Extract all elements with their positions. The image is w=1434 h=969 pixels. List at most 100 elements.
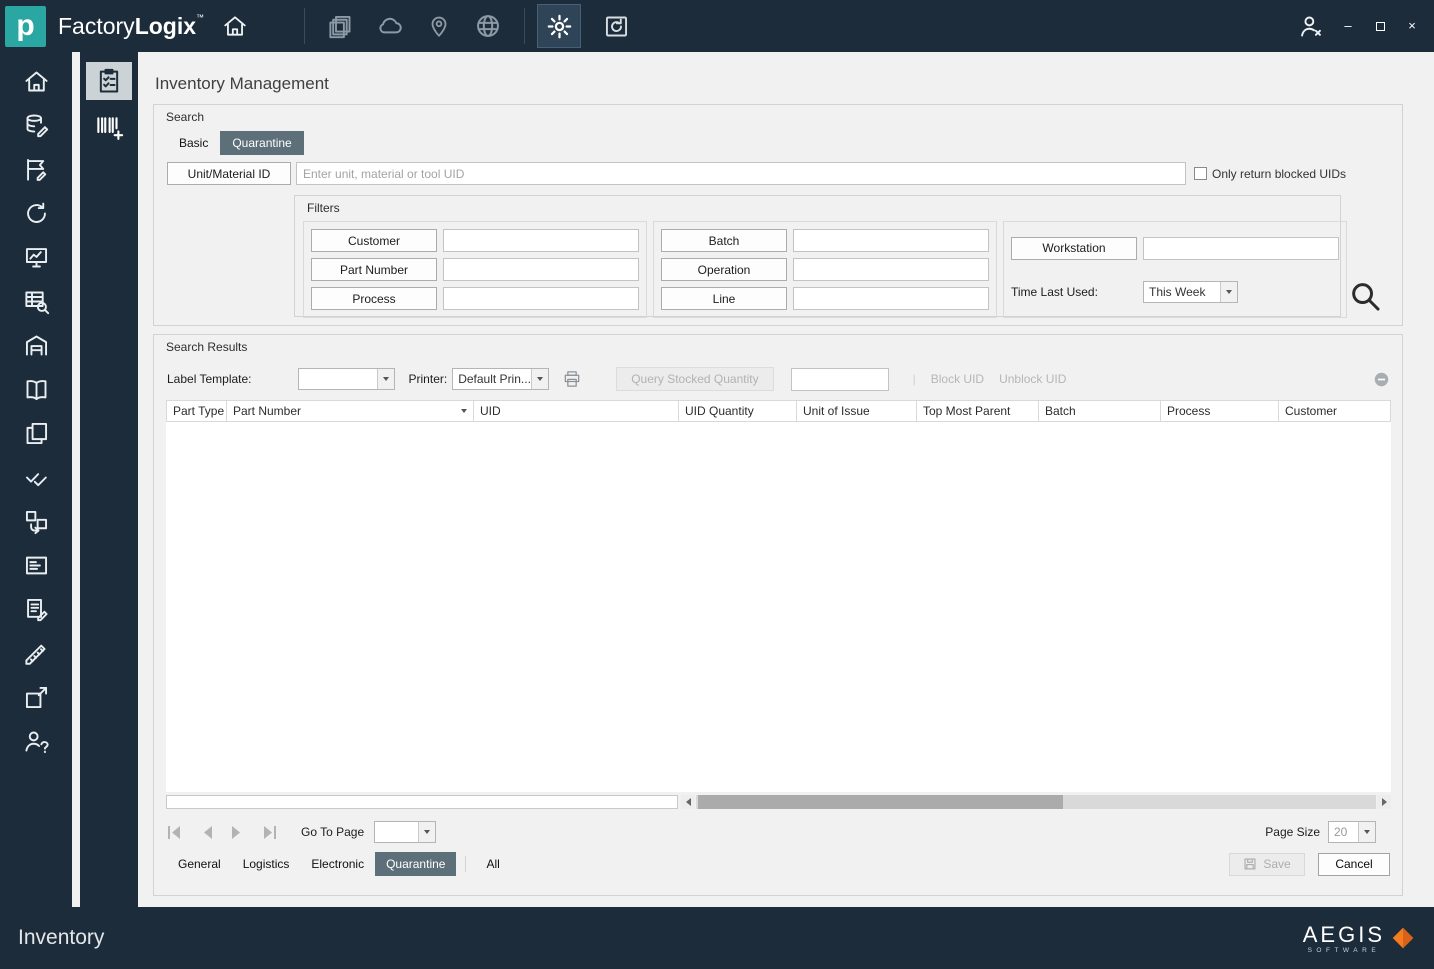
sidebar-gap xyxy=(72,52,80,907)
line-filter-button[interactable]: Line xyxy=(661,287,787,310)
sidebar-item-reports[interactable] xyxy=(23,156,50,183)
home-icon[interactable] xyxy=(222,13,248,39)
minimize-button[interactable]: – xyxy=(1340,18,1356,34)
go-to-page-select[interactable] xyxy=(374,821,437,843)
sidebar-item-records[interactable] xyxy=(23,552,50,579)
search-results-panel: Search Results Label Template: Printer: … xyxy=(153,334,1403,896)
pager-first-icon[interactable] xyxy=(167,825,185,839)
globe-icon[interactable] xyxy=(474,12,502,40)
close-button[interactable]: × xyxy=(1404,18,1420,34)
remove-circle-icon[interactable] xyxy=(1373,371,1390,388)
sidebar-item-validation[interactable] xyxy=(23,464,50,491)
search-icon[interactable] xyxy=(1348,279,1382,313)
label-template-label: Label Template: xyxy=(167,372,252,386)
tab-basic[interactable]: Basic xyxy=(167,131,220,155)
sidebar-item-document-edit[interactable] xyxy=(23,596,50,623)
page-size-select[interactable]: 20 xyxy=(1328,821,1376,843)
sidebar-item-support[interactable] xyxy=(23,728,50,755)
column-header-uid[interactable]: UID xyxy=(474,401,679,421)
sidebar-item-export[interactable] xyxy=(23,684,50,711)
aegis-logo: AEGIS SOFTWARE xyxy=(1303,922,1416,954)
stocked-quantity-input[interactable] xyxy=(790,367,889,391)
label-template-select[interactable] xyxy=(297,368,395,390)
only-blocked-checkbox[interactable] xyxy=(1194,167,1207,180)
pager-prev-icon[interactable] xyxy=(201,825,214,839)
save-button[interactable]: Save xyxy=(1229,852,1305,876)
workstation-filter-button[interactable]: Workstation xyxy=(1011,236,1137,260)
tab-general[interactable]: General xyxy=(167,852,232,876)
gear-icon[interactable] xyxy=(537,4,582,48)
query-stocked-quantity-button[interactable]: Query Stocked Quantity xyxy=(616,367,774,391)
scroll-right-icon[interactable] xyxy=(1377,794,1391,809)
title-bar: p FactoryLogix™ – × xyxy=(0,0,1434,52)
column-header-part-type[interactable]: Part Type xyxy=(166,401,227,421)
column-header-uid-quantity[interactable]: UID Quantity xyxy=(679,401,797,421)
tab-quarantine[interactable]: Quarantine xyxy=(220,131,304,155)
maximize-button[interactable] xyxy=(1372,21,1388,31)
brand-name: AEGIS xyxy=(1302,922,1385,947)
printer-icon[interactable] xyxy=(562,369,582,389)
search-panel: Search Basic Quarantine Unit/Material ID… xyxy=(153,104,1403,326)
unit-material-id-button[interactable]: Unit/Material ID xyxy=(167,162,291,185)
results-toolbar: Label Template: Printer: Default Prin...… xyxy=(167,367,1390,391)
sidebar-item-warehouse[interactable] xyxy=(23,332,50,359)
tab-logistics[interactable]: Logistics xyxy=(232,852,301,876)
unit-material-input[interactable] xyxy=(296,162,1186,185)
cloud-icon[interactable] xyxy=(376,12,404,40)
workstation-filter-input[interactable] xyxy=(1143,236,1339,260)
unblock-uid-button[interactable]: Unblock UID xyxy=(999,372,1066,386)
documents-icon[interactable] xyxy=(327,13,354,40)
sidebar-item-transfer[interactable] xyxy=(23,508,50,535)
column-header-customer[interactable]: Customer xyxy=(1279,401,1391,421)
chevron-down-icon xyxy=(1358,822,1375,842)
tab-electronic[interactable]: Electronic xyxy=(300,852,375,876)
operation-filter-button[interactable]: Operation xyxy=(661,258,787,281)
sidebar-item-library[interactable] xyxy=(23,376,50,403)
filters-panel: Filters Customer Part Number Process Bat… xyxy=(294,195,1347,318)
pager-last-icon[interactable] xyxy=(259,825,277,839)
sidebar-item-design[interactable] xyxy=(23,640,50,667)
process-filter-input[interactable] xyxy=(443,287,639,310)
part-number-filter-button[interactable]: Part Number xyxy=(311,258,437,281)
sidebar-item-documents[interactable] xyxy=(23,420,50,447)
filters-column-1: Customer Part Number Process xyxy=(303,221,647,318)
batch-filter-button[interactable]: Batch xyxy=(661,229,787,252)
only-blocked-checkbox-row[interactable]: Only return blocked UIDs xyxy=(1194,167,1346,181)
history-icon[interactable] xyxy=(603,13,630,40)
scroll-left-icon[interactable] xyxy=(681,794,695,809)
cancel-button[interactable]: Cancel xyxy=(1318,852,1390,876)
sidebar-item-workstation[interactable] xyxy=(23,244,50,271)
pager-next-icon[interactable] xyxy=(230,825,243,839)
customer-filter-input[interactable] xyxy=(443,229,639,252)
tab-quarantine-bottom[interactable]: Quarantine xyxy=(375,852,457,876)
sidebar-item-inventory-management[interactable] xyxy=(86,62,132,100)
printer-select[interactable]: Default Prin... xyxy=(452,368,550,390)
column-header-process[interactable]: Process xyxy=(1161,401,1279,421)
tab-all[interactable]: All xyxy=(475,852,510,876)
go-to-page-label: Go To Page xyxy=(301,825,365,839)
column-header-unit-of-issue[interactable]: Unit of Issue xyxy=(797,401,917,421)
part-number-filter-input[interactable] xyxy=(443,258,639,281)
sidebar-item-home[interactable] xyxy=(23,68,50,95)
column-header-batch[interactable]: Batch xyxy=(1039,401,1161,421)
operation-filter-input[interactable] xyxy=(793,258,989,281)
block-uid-button[interactable]: Block UID xyxy=(931,372,984,386)
results-table-body xyxy=(166,422,1391,792)
line-filter-input[interactable] xyxy=(793,287,989,310)
process-filter-button[interactable]: Process xyxy=(311,287,437,310)
sidebar-item-refresh[interactable] xyxy=(23,200,50,227)
batch-filter-input[interactable] xyxy=(793,229,989,252)
column-header-part-number[interactable]: Part Number xyxy=(227,401,474,421)
horizontal-scrollbar[interactable] xyxy=(696,794,1376,809)
scrollbar-thumb[interactable] xyxy=(698,794,1063,809)
tab-divider xyxy=(465,856,467,872)
location-pin-icon[interactable] xyxy=(426,13,452,39)
toolbar-separator: | xyxy=(912,372,916,386)
sidebar-item-data-query[interactable] xyxy=(23,288,50,315)
user-logout-icon[interactable] xyxy=(1297,13,1324,40)
sidebar-item-materials[interactable] xyxy=(23,112,50,139)
customer-filter-button[interactable]: Customer xyxy=(311,229,437,252)
column-header-top-most-parent[interactable]: Top Most Parent xyxy=(917,401,1039,421)
time-last-used-select[interactable]: This Week xyxy=(1143,280,1238,303)
sidebar-item-barcode-add[interactable] xyxy=(94,112,124,142)
